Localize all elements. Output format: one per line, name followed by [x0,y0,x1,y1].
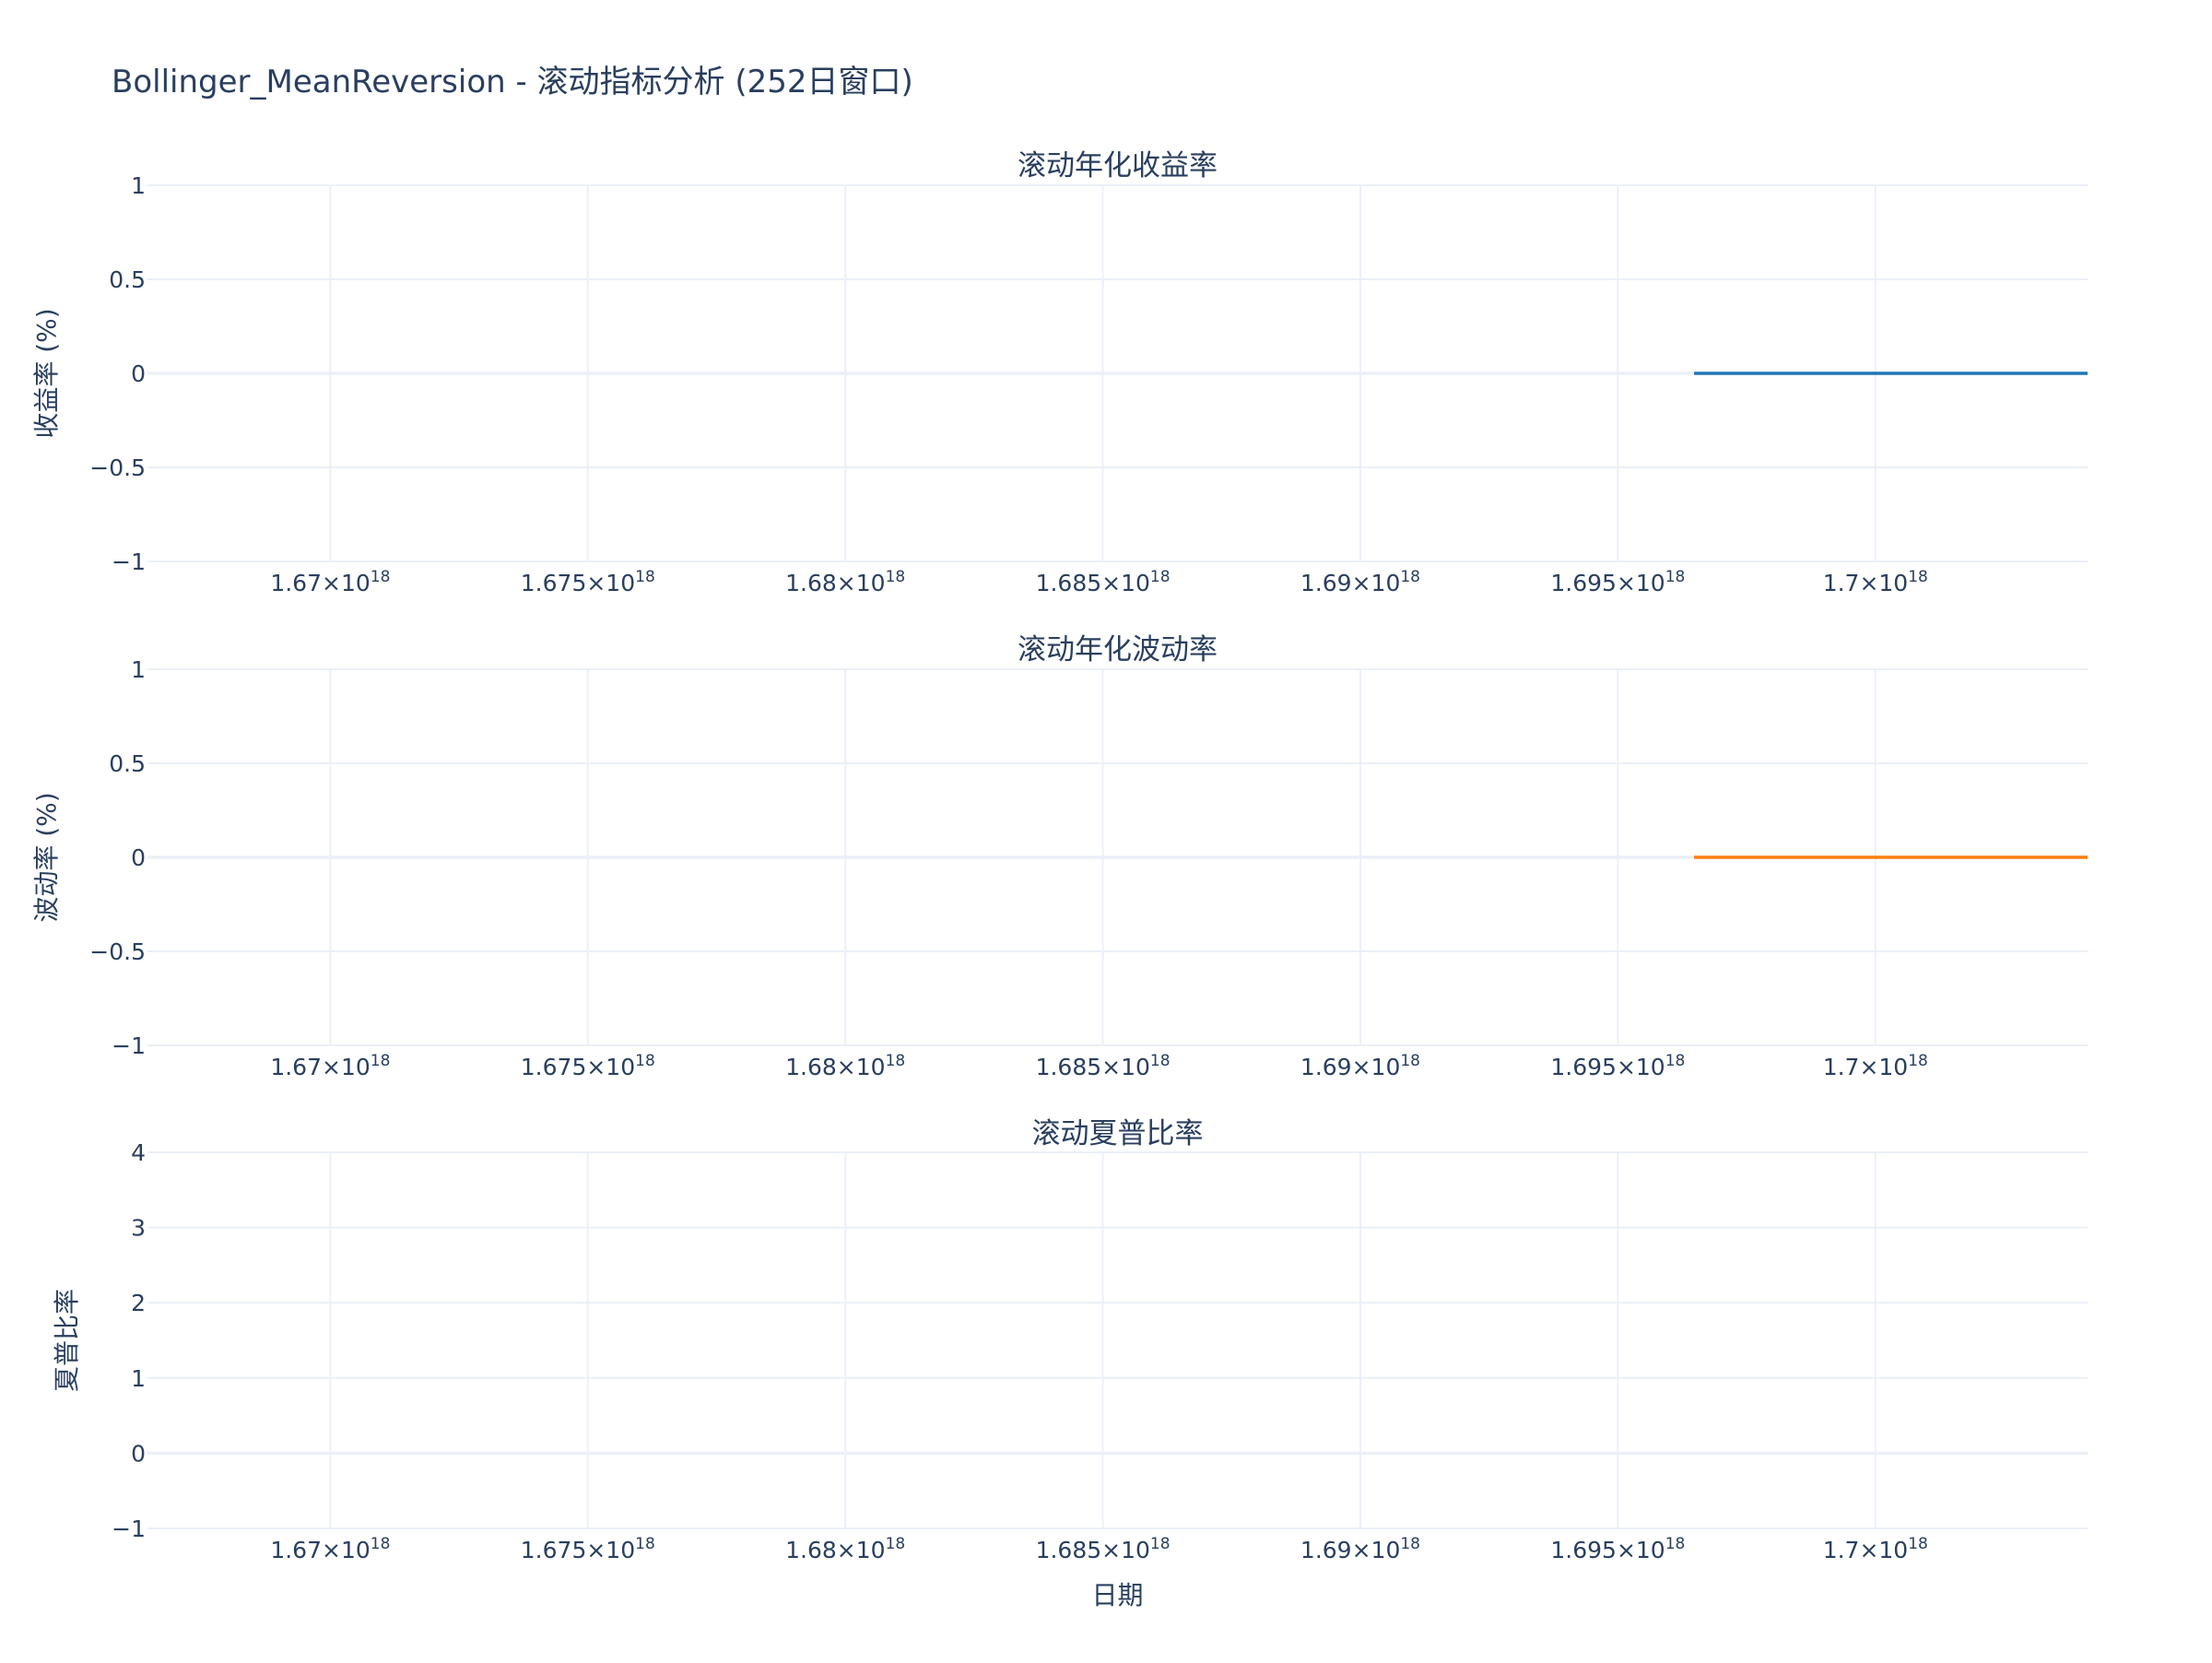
x-tick-label: 1.67×1018 [270,1052,390,1080]
x-tick-label: 1.68×1018 [785,1052,905,1080]
x-tick-label: 1.695×1018 [1550,1535,1685,1563]
y-tick-label: 0.5 [109,266,146,293]
y-axis-label: 夏普比率 [52,1289,82,1392]
chart-canvas: Bollinger_MeanReversion - 滚动指标分析 (252日窗口… [31,64,2088,1610]
x-tick-label: 1.685×1018 [1036,568,1171,596]
x-tick-label: 1.675×1018 [521,1535,655,1563]
y-tick-label: −1 [112,548,146,575]
y-tick-label: 1 [131,1365,146,1392]
y-tick-label: 2 [131,1290,146,1316]
y-tick-label: −1 [112,1032,146,1059]
y-tick-label: −1 [112,1516,146,1542]
subplot-title: 滚动年化收益率 [1018,149,1218,183]
y-tick-label: 0.5 [109,750,146,777]
x-tick-label: 1.685×1018 [1036,1535,1171,1563]
x-tick-label: 1.69×1018 [1300,1535,1420,1563]
x-tick-label: 1.695×1018 [1550,568,1685,596]
y-tick-label: 1 [131,172,146,199]
x-tick-label: 1.695×1018 [1550,1052,1685,1080]
y-tick-label: 3 [131,1215,146,1242]
x-tick-label: 1.69×1018 [1300,568,1420,596]
x-tick-label: 1.675×1018 [521,568,655,596]
y-axis-label: 波动率 (%) [31,792,62,922]
y-tick-label: −0.5 [89,938,146,965]
y-tick-label: 4 [131,1139,146,1166]
subplot-title: 滚动夏普比率 [1032,1117,1204,1150]
y-axis-label: 收益率 (%) [31,308,62,438]
x-tick-label: 1.7×1018 [1823,1052,1928,1080]
y-tick-label: −0.5 [89,454,146,481]
x-tick-label: 1.67×1018 [270,1535,390,1563]
x-tick-label: 1.69×1018 [1300,1052,1420,1080]
y-tick-label: 0 [131,844,146,871]
x-tick-label: 1.7×1018 [1823,1535,1928,1563]
x-tick-label: 1.675×1018 [521,1052,655,1080]
figure-title: Bollinger_MeanReversion - 滚动指标分析 (252日窗口… [112,64,913,100]
y-tick-label: 0 [131,1440,146,1467]
subplot-3: 4 3 2 1 0 −1 1.67×1018 1.675×1018 1.68×1018 1.685… [52,1117,2088,1610]
x-tick-label: 1.68×1018 [785,568,905,596]
x-tick-label: 1.7×1018 [1823,568,1928,596]
subplot-title: 滚动年化波动率 [1018,633,1218,666]
subplot-1: 1 0.5 0 −0.5 −1 1.67×1018 1.675×1018 1.68×1018 1… [31,149,2088,596]
subplot-2: 1 0.5 0 −0.5 −1 1.67×1018 1.675×1018 1.68×1018 1… [31,633,2088,1080]
x-tick-label: 1.68×1018 [785,1535,905,1563]
x-axis-label: 日期 [1091,1580,1143,1610]
x-tick-label: 1.67×1018 [270,568,390,596]
x-tick-label: 1.685×1018 [1036,1052,1171,1080]
y-tick-label: 0 [131,360,146,387]
y-tick-label: 1 [131,656,146,683]
rolling-metrics-figure: Bollinger_MeanReversion - 滚动指标分析 (252日窗口… [0,0,2212,1659]
